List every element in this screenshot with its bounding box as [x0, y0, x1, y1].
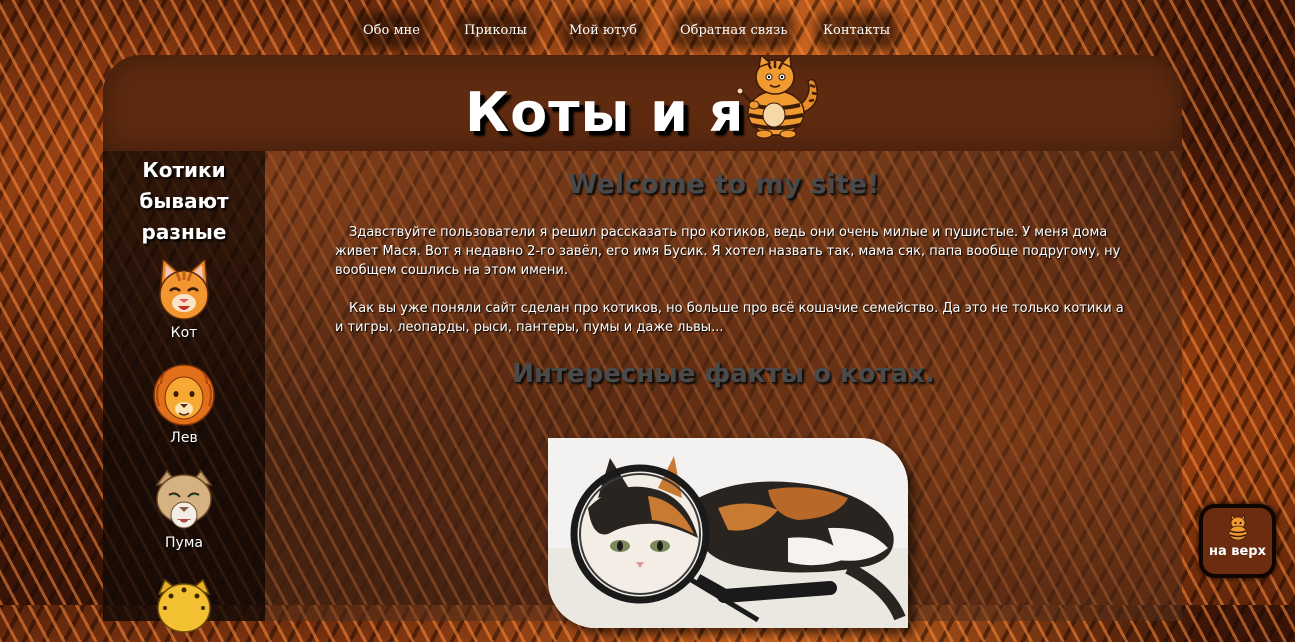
sidebar-item-lion[interactable]: Лев — [103, 364, 265, 446]
sidebar-item-label: Пума — [165, 535, 203, 551]
back-to-top-label: на верх — [1208, 544, 1266, 559]
sidebar-item-leopard[interactable] — [103, 576, 265, 642]
facts-heading: Интересные факты о котах. — [512, 359, 935, 389]
nav-item-contacts[interactable]: Контакты — [821, 18, 893, 44]
nav-item-about[interactable]: Обо мне — [361, 18, 422, 44]
sidebar-item-label: Кот — [170, 325, 198, 341]
top-nav: Обо мне Приколы Мой ютуб Обратная связь … — [0, 18, 1295, 46]
about-paragraph: Как вы уже поняли сайт сделан про котико… — [335, 301, 1124, 335]
welcome-heading: Welcome to my site! — [567, 169, 880, 200]
sidebar-item-label: Лев — [170, 430, 198, 446]
page-frame: Коты и я Котики бывают разные Кот Лев Пу… — [103, 55, 1182, 633]
sidebar: Котики бывают разные Кот Лев Пума — [103, 151, 265, 633]
sidebar-item-puma[interactable]: Пума — [103, 469, 265, 551]
cat-magnifier-illustration — [548, 438, 908, 628]
main-content: Welcome to my site! Здавствуйте пользова… — [265, 151, 1182, 628]
sidebar-title: Котики бывают разные — [139, 158, 229, 244]
site-title: Коты и я — [465, 81, 745, 144]
nav-item-feedback[interactable]: Обратная связь — [678, 18, 790, 44]
leopard-face-icon — [157, 578, 211, 633]
nav-item-jokes[interactable]: Приколы — [462, 18, 529, 44]
cat-mini-icon — [1228, 514, 1247, 540]
lion-face-icon — [153, 364, 215, 426]
intro-paragraph: Здавствуйте пользователи я решил рассказ… — [335, 225, 1121, 278]
back-to-top-button[interactable]: на верх — [1203, 508, 1272, 574]
sidebar-item-cat[interactable]: Кот — [103, 259, 265, 341]
striped-cat-logo-icon — [736, 55, 819, 139]
puma-face-icon — [155, 469, 213, 529]
nav-item-youtube[interactable]: Мой ютуб — [567, 18, 639, 44]
site-header: Коты и я — [103, 55, 1182, 151]
cat-face-icon — [159, 259, 209, 320]
cat-magnifier-photo — [548, 438, 908, 628]
